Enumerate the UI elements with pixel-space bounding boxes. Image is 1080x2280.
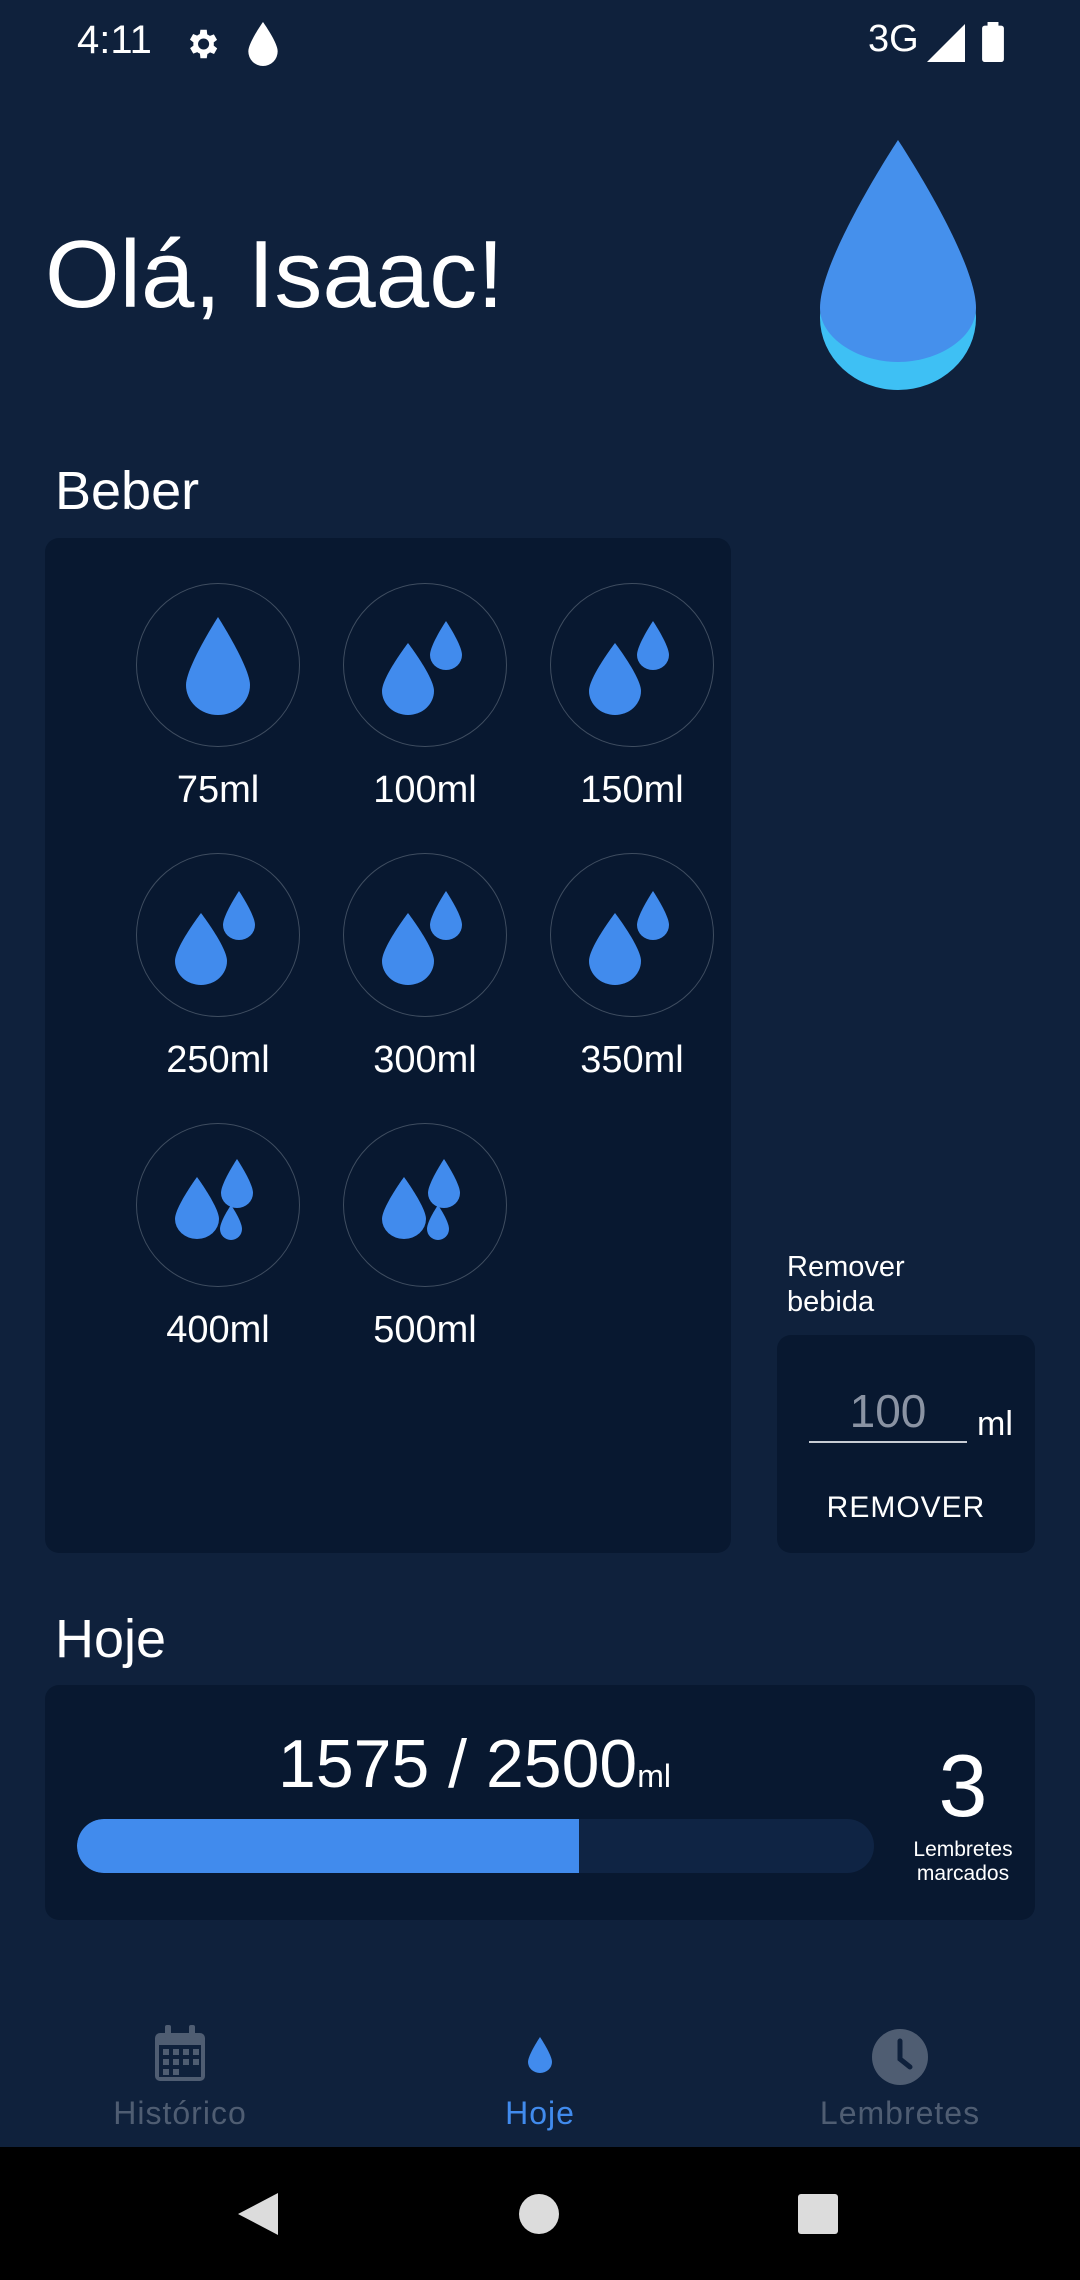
drink-option-label: 100ml: [373, 769, 477, 811]
status-time: 4:11: [77, 18, 152, 62]
system-navigation-bar: [0, 2147, 1080, 2280]
remove-drink-card: ml REMOVER: [777, 1335, 1035, 1553]
drink-option-label: 250ml: [166, 1039, 270, 1081]
drink-options-panel: 75ml 100ml 150ml 250ml 300ml 350ml 400ml…: [45, 538, 731, 1553]
drink-button[interactable]: [343, 853, 507, 1017]
today-amount: 1575 / 2500ml: [278, 1725, 671, 1803]
two-drops-icon: [589, 621, 669, 715]
intake-progress-fill: [77, 1819, 580, 1873]
recents-square-icon[interactable]: [798, 2194, 838, 2234]
drink-option-label: 300ml: [373, 1039, 477, 1081]
nav-item-historico[interactable]: Histórico: [0, 2000, 360, 2147]
reminder-count: 3: [938, 1736, 988, 1835]
today-section-title: Hoje: [55, 1609, 167, 1669]
drink-option-label: 350ml: [580, 1039, 684, 1081]
water-drop-logo-icon: [820, 140, 976, 390]
single-drop-icon: [186, 617, 250, 715]
remove-button[interactable]: REMOVER: [797, 1483, 1015, 1533]
drink-option-350ml[interactable]: 350ml: [532, 853, 732, 1082]
drink-button[interactable]: [343, 583, 507, 747]
drink-option-300ml[interactable]: 300ml: [325, 853, 525, 1082]
drink-section-title: Beber: [55, 461, 200, 521]
today-amount-unit: ml: [637, 1758, 671, 1794]
settings-gear-icon: [189, 29, 218, 59]
remove-drink-label: Remover bebida: [787, 1251, 905, 1318]
network-type: 3G: [868, 18, 919, 60]
battery-icon: [982, 22, 1004, 62]
status-bar: 4:11 3G: [0, 0, 1080, 90]
drink-option-150ml[interactable]: 150ml: [532, 583, 732, 812]
nav-label-hoje: Hoje: [505, 2095, 575, 2131]
drink-option-250ml[interactable]: 250ml: [118, 853, 318, 1082]
drop-icon: [528, 2037, 552, 2073]
reminder-label: Lembretes marcados: [913, 1838, 1013, 1885]
today-amount-value: 1575 / 2500: [278, 1726, 638, 1802]
remove-unit-label: ml: [977, 1405, 1013, 1443]
drink-option-label: 500ml: [373, 1309, 477, 1351]
drink-option-label: 75ml: [176, 769, 260, 811]
clock-icon: [872, 2029, 928, 2085]
drink-button[interactable]: [136, 1123, 300, 1287]
drink-option-label: 150ml: [580, 769, 684, 811]
nav-item-lembretes[interactable]: Lembretes: [720, 2000, 1080, 2147]
drink-option-75ml[interactable]: 75ml: [118, 583, 318, 812]
drink-button[interactable]: [550, 853, 714, 1017]
drink-button[interactable]: [136, 853, 300, 1017]
home-circle-icon[interactable]: [518, 2193, 560, 2235]
two-drops-icon: [382, 891, 462, 985]
drink-button[interactable]: [343, 1123, 507, 1287]
two-drops-icon: [175, 891, 255, 985]
drink-option-100ml[interactable]: 100ml: [325, 583, 525, 812]
intake-progress-bar: [77, 1819, 874, 1873]
three-drops-icon: [382, 1159, 460, 1240]
calendar-icon: [155, 2025, 205, 2081]
signal-icon: [927, 24, 965, 62]
drink-button[interactable]: [550, 583, 714, 747]
today-card: 1575 / 2500ml 3 Lembretes marcados: [45, 1685, 1035, 1920]
two-drops-icon: [589, 891, 669, 985]
nav-item-hoje[interactable]: Hoje: [360, 2000, 720, 2147]
nav-label-historico: Histórico: [113, 2095, 247, 2131]
nav-label-lembretes: Lembretes: [819, 2095, 981, 2131]
bottom-navigation: Histórico Hoje Lembretes: [0, 2000, 1080, 2147]
greeting-title: Olá, Isaac!: [45, 221, 504, 328]
drink-option-label: 400ml: [166, 1309, 270, 1351]
two-drops-icon: [382, 621, 462, 715]
back-triangle-icon[interactable]: [236, 2191, 280, 2237]
drink-option-500ml[interactable]: 500ml: [325, 1123, 525, 1352]
drink-option-400ml[interactable]: 400ml: [118, 1123, 318, 1352]
drink-button[interactable]: [136, 583, 300, 747]
three-drops-icon: [175, 1159, 253, 1240]
water-drop-status-icon: [248, 22, 278, 66]
remove-amount-input[interactable]: [809, 1387, 967, 1443]
